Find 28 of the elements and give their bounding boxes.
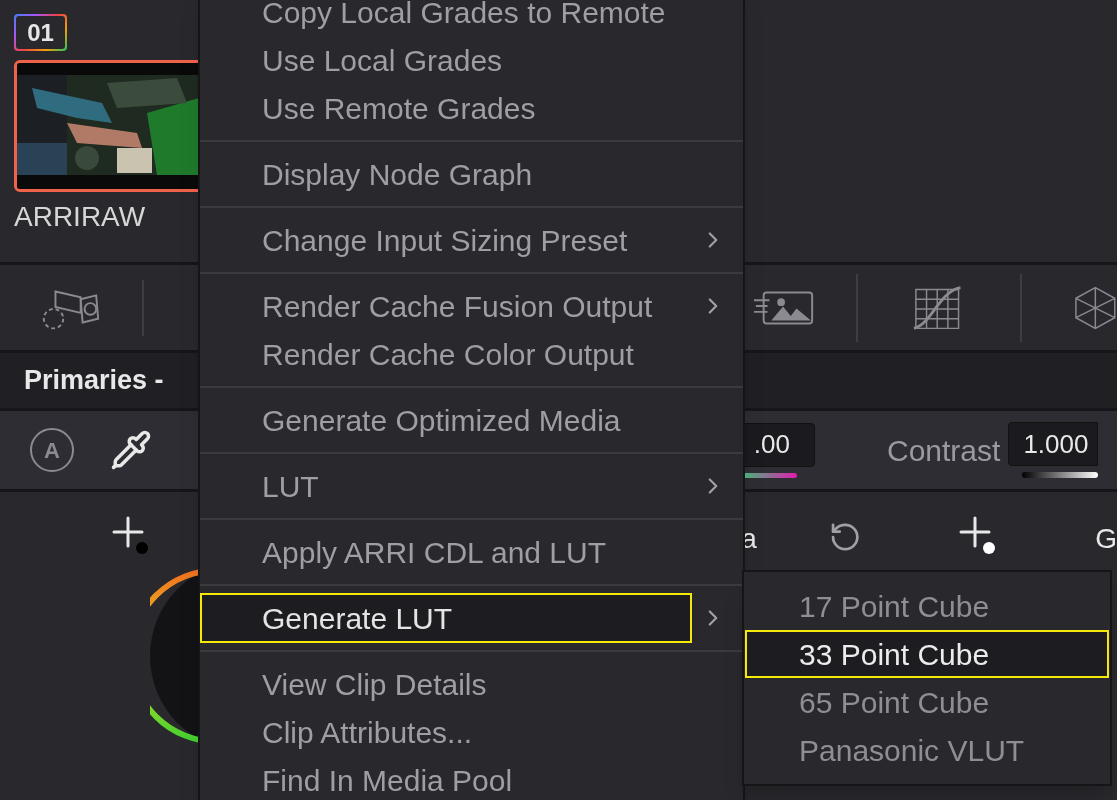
menu-item[interactable]: Use Remote Grades	[200, 83, 692, 133]
menu-item[interactable]: Display Node Graph	[200, 149, 692, 199]
menu-item[interactable]: Clip Attributes...	[200, 707, 692, 757]
curves-icon[interactable]	[911, 284, 963, 331]
eyedropper-icon[interactable]	[110, 429, 152, 471]
menu-item[interactable]: Generate LUT	[200, 593, 692, 643]
palette-title: Primaries -	[24, 364, 164, 398]
auto-balance-button[interactable]: A	[30, 428, 74, 472]
submenu-item[interactable]: 17 Point Cube	[745, 582, 1109, 630]
hexagon-icon[interactable]	[1074, 284, 1117, 331]
wheel-label: G	[1095, 522, 1117, 556]
menu-item[interactable]: LUT	[200, 461, 692, 511]
menu-item[interactable]: Use Local Grades	[200, 35, 692, 85]
menu-item[interactable]: Render Cache Color Output	[200, 329, 692, 379]
clip-label: ARRIRAW	[14, 200, 146, 234]
contrast-label: Contrast	[887, 432, 1001, 469]
clip-number-badge: 01	[14, 14, 67, 51]
menu-item[interactable]: View Clip Details	[200, 659, 692, 709]
menu-item[interactable]: Change Input Sizing Preset	[200, 215, 692, 265]
submenu-item[interactable]: 65 Point Cube	[745, 678, 1109, 726]
submenu-item[interactable]: 33 Point Cube	[745, 630, 1109, 678]
menu-item[interactable]: Apply ARRI CDL and LUT	[200, 527, 692, 577]
submenu-item[interactable]: Panasonic VLUT	[745, 726, 1109, 774]
menu-item[interactable]: Render Cache Fusion Output	[200, 281, 692, 331]
contrast-field[interactable]: 1.000	[1008, 422, 1099, 466]
menu-item[interactable]: Generate Optimized Media	[200, 395, 692, 445]
menu-item[interactable]: Find In Media Pool	[200, 755, 692, 800]
menu-item[interactable]: Copy Local Grades to Remote	[200, 0, 692, 37]
